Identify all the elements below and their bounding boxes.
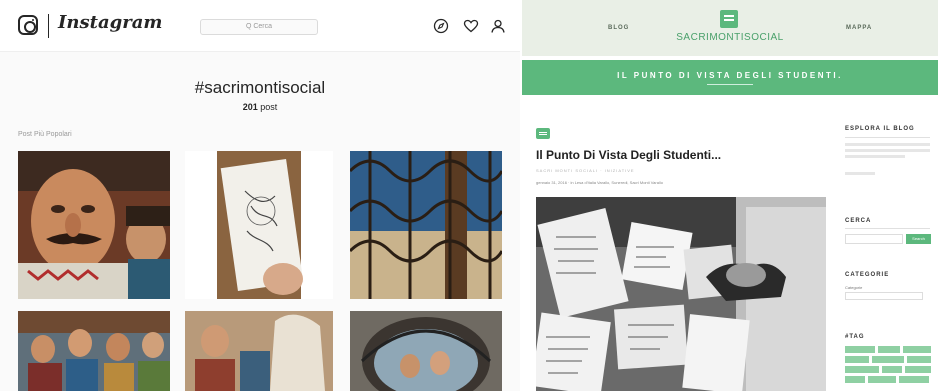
sidebar-heading-tags: #TAG <box>845 334 865 340</box>
tag-chip[interactable] <box>845 356 869 363</box>
post-count: 201 post <box>0 102 520 112</box>
tag-chip[interactable] <box>845 366 879 373</box>
post-meta: gennaio 31, 2016 · in Lesa d'Italia Vara… <box>536 180 663 185</box>
tag-chip[interactable] <box>905 366 931 373</box>
post-tags-line[interactable]: in Lesa d'Italia Varallo, Suneredi, Sacr… <box>570 180 662 185</box>
section-label: Post Più Popolari <box>18 131 72 138</box>
sidebar-text-line <box>845 149 930 152</box>
blog-header: BLOG SACRIMONTISOCIAL MAPPA <box>522 0 938 56</box>
post-title[interactable]: Il Punto Di Vista Degli Studenti... <box>536 148 721 162</box>
categories-label: Categorie <box>845 285 863 290</box>
post-format-icon <box>536 128 550 139</box>
post-thumbnail[interactable] <box>350 151 502 299</box>
post-thumbnail[interactable] <box>185 311 333 391</box>
tag-chip[interactable] <box>845 346 875 353</box>
post-count-number: 201 <box>242 102 258 112</box>
sidebar-heading-search: CERCA <box>845 218 872 224</box>
post-category[interactable]: SACRI MONTI SOCIALI · INIZIATIVE <box>536 168 635 173</box>
search-input[interactable]: Q Cerca <box>200 19 318 35</box>
sidebar-text-line <box>845 155 905 158</box>
site-logo-text[interactable]: SACRIMONTISOCIAL <box>522 32 938 43</box>
blog-panel: BLOG SACRIMONTISOCIAL MAPPA IL PUNTO DI … <box>522 0 938 391</box>
divider <box>845 137 930 138</box>
tag-chip[interactable] <box>872 356 904 363</box>
post-thumbnail[interactable] <box>185 151 333 299</box>
header-divider <box>48 14 49 38</box>
sidebar-heading-categories: CATEGORIE <box>845 272 890 278</box>
tag-chip[interactable] <box>882 366 902 373</box>
title-banner: IL PUNTO DI VISTA DEGLI STUDENTI. <box>522 60 938 95</box>
instagram-header: Instagram Q Cerca <box>0 0 520 52</box>
tag-chip[interactable] <box>868 376 896 383</box>
explore-compass-icon[interactable] <box>433 18 449 34</box>
blog-search-button[interactable]: Search <box>906 234 931 244</box>
sidebar-text-line <box>845 143 930 146</box>
sidebar-link[interactable] <box>845 172 875 175</box>
hashtag-title: #sacrimontisocial <box>194 78 326 97</box>
instagram-wordmark[interactable]: Instagram <box>58 12 162 33</box>
nav-link-mappa[interactable]: MAPPA <box>846 25 872 31</box>
banner-title: IL PUNTO DI VISTA DEGLI STUDENTI. <box>617 71 843 80</box>
blog-search-input[interactable] <box>845 234 903 244</box>
heart-icon[interactable] <box>463 18 479 34</box>
divider <box>845 228 930 229</box>
post-count-label: post <box>260 102 278 112</box>
logo-icon[interactable] <box>720 10 738 28</box>
post-date: gennaio 31, 2016 <box>536 180 567 185</box>
instagram-panel: Instagram Q Cerca #sacrimontisocial 201 … <box>0 0 520 391</box>
banner-underline <box>707 84 753 85</box>
post-thumbnail[interactable] <box>18 311 170 391</box>
tag-chip[interactable] <box>878 346 900 353</box>
nav-link-blog[interactable]: BLOG <box>608 25 629 31</box>
tag-chip[interactable] <box>899 376 929 383</box>
sidebar-heading-explore: ESPLORA IL BLOG <box>845 126 915 132</box>
post-featured-image[interactable] <box>536 197 826 391</box>
tag-chip[interactable] <box>903 346 931 353</box>
tag-chip[interactable] <box>845 376 865 383</box>
post-thumbnail[interactable] <box>18 151 170 299</box>
instagram-camera-icon[interactable] <box>18 15 38 35</box>
categories-select[interactable] <box>845 292 923 300</box>
post-thumbnail[interactable] <box>350 311 502 391</box>
tag-chip[interactable] <box>907 356 931 363</box>
profile-icon[interactable] <box>490 18 506 34</box>
